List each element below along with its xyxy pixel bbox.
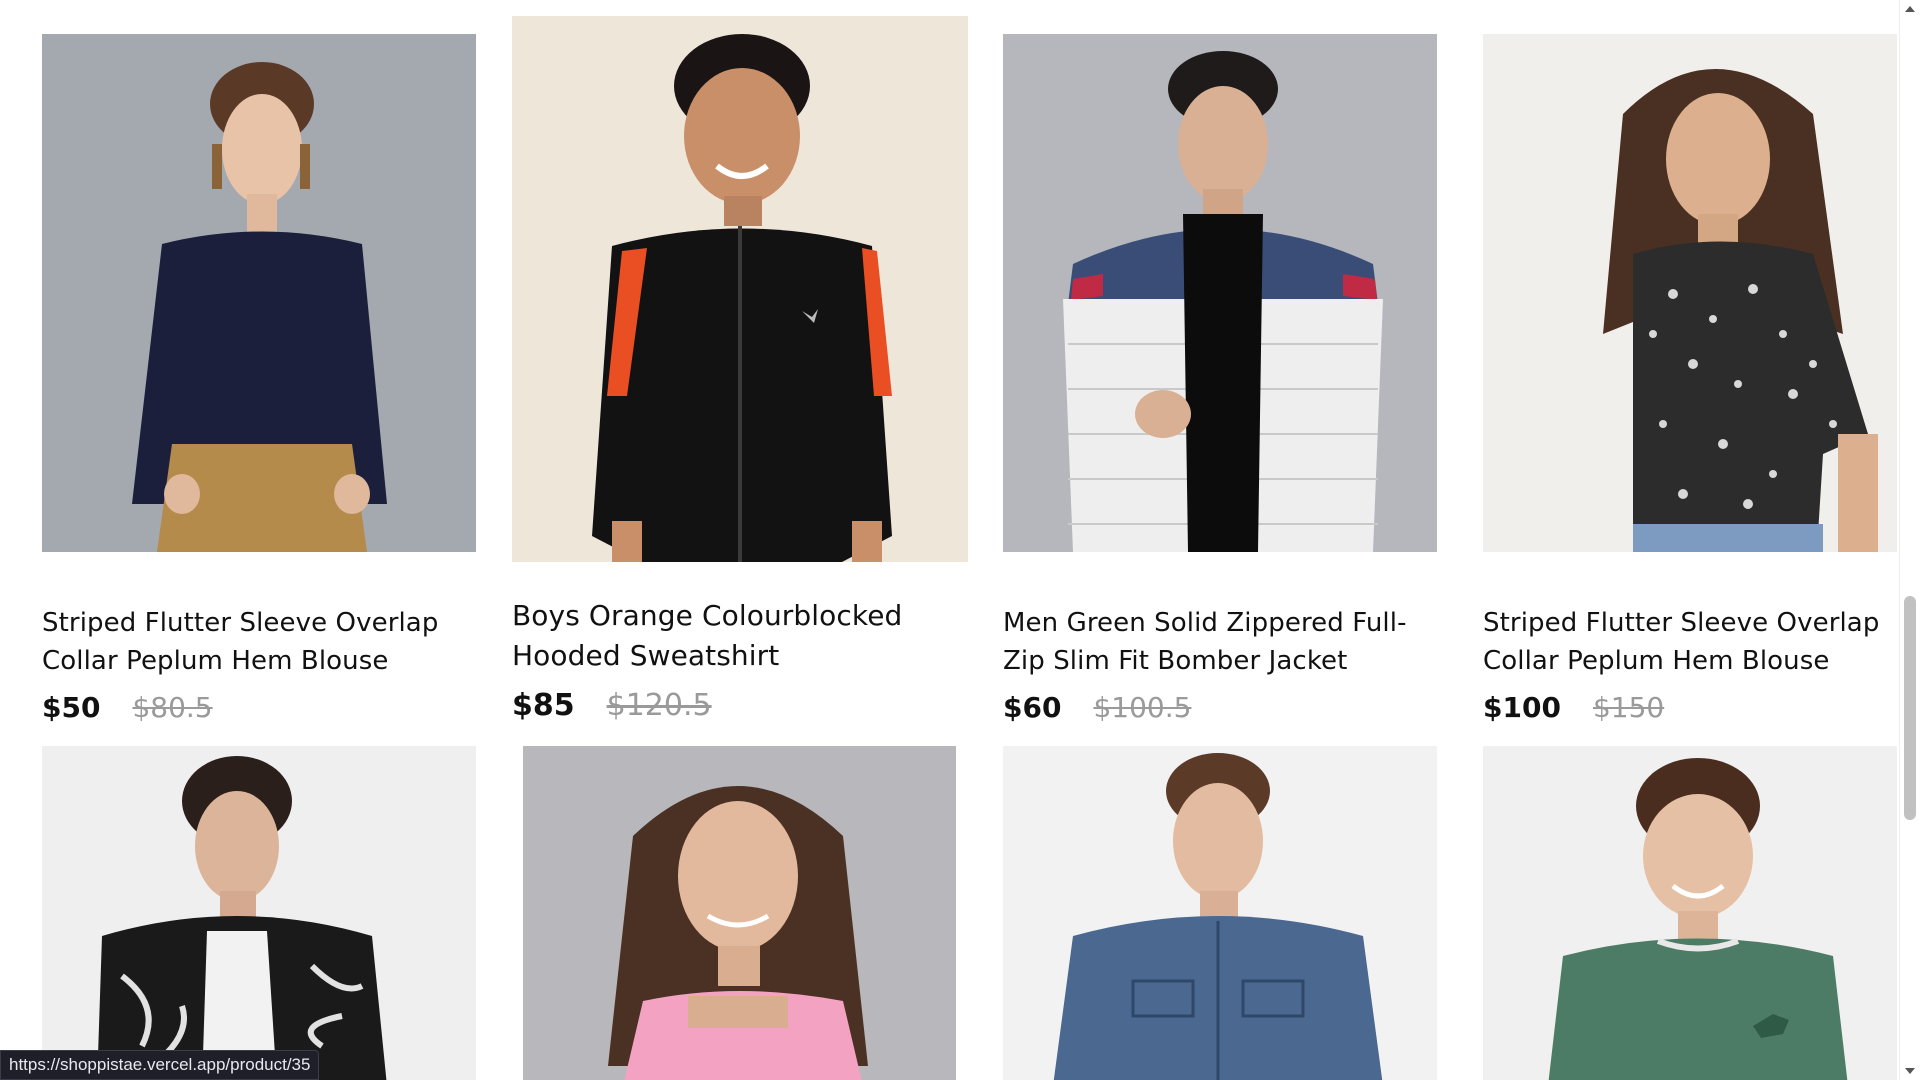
product-image[interactable] (1483, 34, 1897, 552)
product-prices: $85 $120.5 (512, 688, 712, 723)
product-old-price: $100.5 (1093, 691, 1192, 724)
product-title[interactable]: Striped Flutter Sleeve Overlap Collar Pe… (1483, 604, 1897, 680)
product-prices: $50 $80.5 (42, 691, 213, 724)
product-prices: $60 $100.5 (1003, 691, 1191, 724)
product-image[interactable] (1003, 34, 1437, 552)
product-image[interactable] (1003, 746, 1437, 1080)
product-image[interactable] (42, 34, 476, 552)
product-prices: $100 $150 (1483, 691, 1664, 724)
scroll-thumb[interactable] (1904, 596, 1916, 820)
product-image[interactable] (42, 746, 476, 1080)
product-title[interactable]: Men Green Solid Zippered Full-Zip Slim F… (1003, 604, 1437, 680)
product-price: $85 (512, 688, 575, 723)
product-old-price: $120.5 (606, 688, 712, 723)
link-status-bar: https://shoppistae.vercel.app/product/35 (0, 1050, 320, 1080)
product-price: $100 (1483, 691, 1561, 724)
scroll-up-icon[interactable] (1905, 6, 1915, 12)
product-price: $60 (1003, 691, 1062, 724)
product-title[interactable]: Striped Flutter Sleeve Overlap Collar Pe… (42, 604, 476, 680)
scroll-down-icon[interactable] (1905, 1068, 1915, 1074)
product-image[interactable] (523, 746, 956, 1080)
product-price: $50 (42, 691, 101, 724)
vertical-scrollbar[interactable] (1899, 0, 1920, 1080)
product-title[interactable]: Boys Orange Colourblocked Hooded Sweatsh… (512, 596, 968, 676)
product-old-price: $80.5 (132, 691, 213, 724)
product-grid-page: Striped Flutter Sleeve Overlap Collar Pe… (0, 0, 1920, 1080)
product-old-price: $150 (1592, 691, 1665, 724)
product-image[interactable] (512, 16, 968, 562)
product-image[interactable] (1483, 746, 1897, 1080)
